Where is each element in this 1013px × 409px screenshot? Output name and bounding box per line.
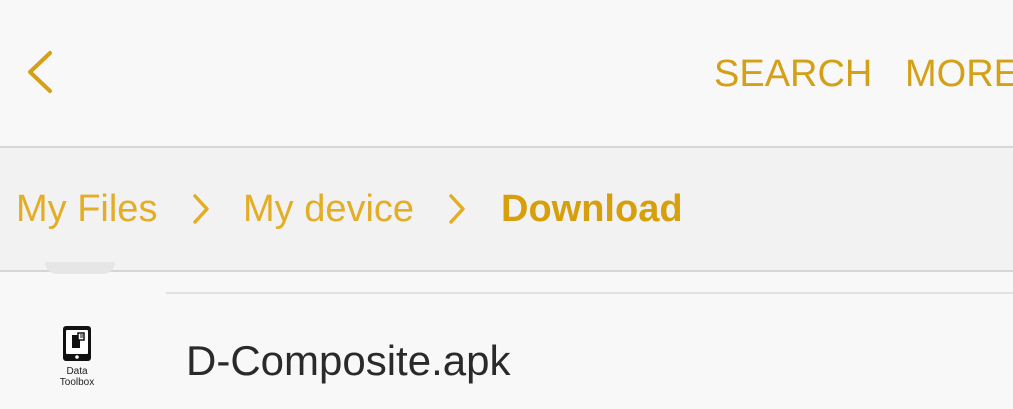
file-list: Data Toolbox D-Composite.apk xyxy=(0,262,1013,409)
data-toolbox-app-icon: Data Toolbox xyxy=(50,324,104,390)
tablet-graphic-icon xyxy=(63,326,91,361)
chevron-right-icon xyxy=(449,194,465,224)
chevron-left-icon xyxy=(28,51,52,93)
action-bar: SEARCH MORE xyxy=(0,0,1013,148)
app-icon-caption: Data Toolbox xyxy=(50,366,104,388)
breadcrumb-item-download[interactable]: Download xyxy=(501,186,683,232)
breadcrumb: My Files My device Download xyxy=(0,148,1013,272)
breadcrumb-item-my-files[interactable]: My Files xyxy=(16,186,157,232)
chevron-right-icon xyxy=(193,194,209,224)
search-button[interactable]: SEARCH xyxy=(714,52,872,96)
back-button[interactable] xyxy=(18,44,66,100)
file-browser-screen: SEARCH MORE My Files My device Download xyxy=(0,0,1013,409)
app-icon-caption-line2: Toolbox xyxy=(59,377,95,388)
app-icon-caption-line1: Data xyxy=(66,366,88,377)
list-item[interactable]: Data Toolbox D-Composite.apk xyxy=(0,294,1013,409)
previous-item-icon-edge xyxy=(45,262,115,274)
breadcrumb-item-my-device[interactable]: My device xyxy=(243,186,414,232)
file-name: D-Composite.apk xyxy=(186,337,511,384)
more-button[interactable]: MORE xyxy=(905,52,1013,96)
